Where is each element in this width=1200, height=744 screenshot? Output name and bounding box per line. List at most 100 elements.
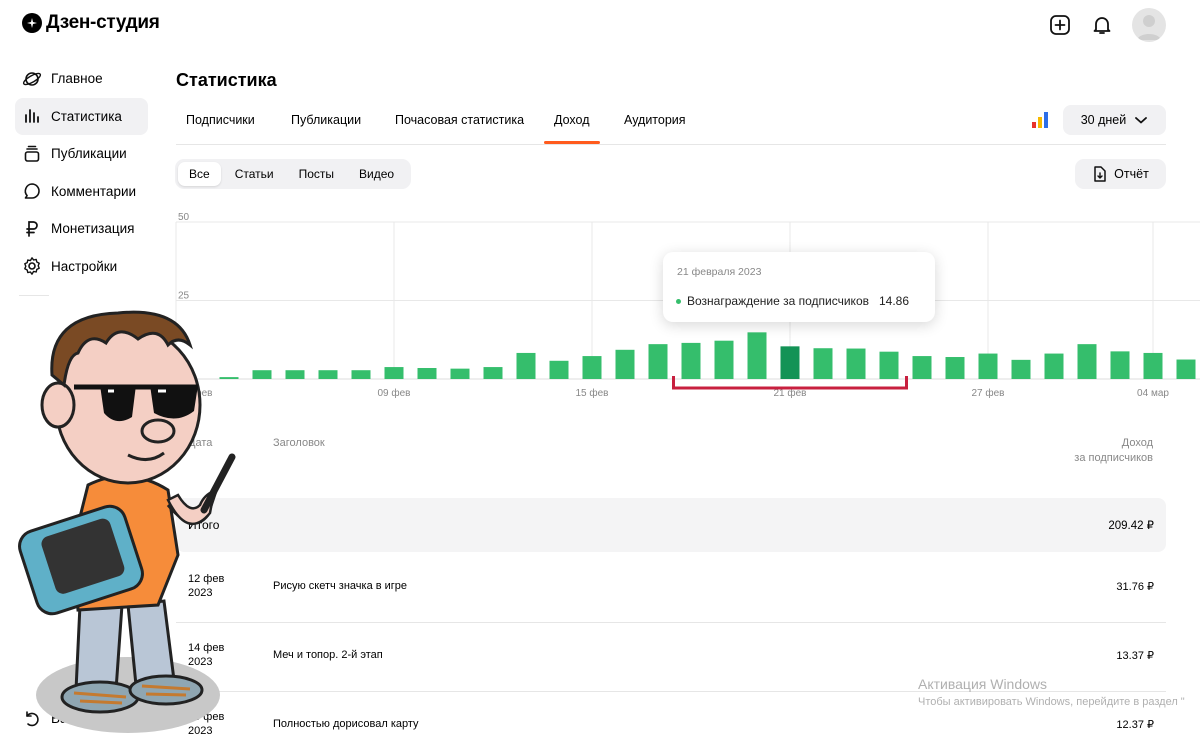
row-title[interactable]: Меч и топор. 2-й этап [273, 649, 383, 661]
report-button-label: Отчёт [1114, 167, 1149, 181]
filter-articles[interactable]: Статьи [224, 162, 285, 186]
header-actions [1048, 8, 1166, 42]
comment-icon [21, 180, 43, 202]
create-button[interactable] [1048, 13, 1072, 37]
notifications-button[interactable] [1090, 13, 1114, 37]
filter-all[interactable]: Все [178, 162, 221, 186]
mascot-nose [140, 418, 176, 444]
chart-bar[interactable] [615, 349, 635, 379]
sidebar-item-main[interactable]: Главное [15, 60, 148, 97]
sidebar-item-label: Публикации [51, 146, 127, 162]
chart-bar[interactable] [417, 368, 437, 379]
watermark-subtitle: Чтобы активировать Windows, перейдите в … [918, 696, 1185, 708]
report-button[interactable]: Отчёт [1075, 159, 1166, 189]
chevron-down-icon [1135, 117, 1148, 124]
sidebar-divider [19, 294, 49, 296]
chart-bar[interactable] [252, 370, 272, 379]
sidebar-item-statistics[interactable]: Статистика [15, 97, 148, 135]
chart-bar[interactable] [318, 370, 338, 379]
tab-income[interactable]: Доход [554, 113, 590, 127]
tab-publications[interactable]: Публикации [291, 113, 361, 127]
mascot-slipper-right [128, 674, 204, 706]
x-tick-label: 27 фев [971, 387, 1004, 399]
row-value: 31.76 ₽ [1116, 581, 1154, 593]
chart-bar[interactable] [1044, 353, 1064, 379]
chart-bar[interactable] [846, 348, 866, 379]
sidebar-item-label: Статистика [51, 108, 122, 124]
chart-bar[interactable] [516, 352, 536, 379]
user-avatar[interactable] [1132, 8, 1166, 42]
bell-icon [1093, 17, 1111, 34]
zen-logo-icon [22, 13, 42, 33]
column-header-income-line1: Доход [1121, 437, 1153, 449]
tooltip-series-label: Вознаграждение за подписчиков [687, 294, 869, 308]
chart-bar[interactable] [945, 357, 965, 379]
chart-bar[interactable] [450, 368, 470, 379]
app-title: Дзен-студия [46, 12, 160, 33]
chart-bar[interactable] [549, 360, 569, 379]
tooltip-value: 14.86 [879, 294, 910, 308]
document-download-icon [1094, 166, 1106, 182]
chart-bar[interactable] [681, 342, 701, 379]
bar-chart-icon [21, 105, 43, 127]
row-title[interactable]: Рисую скетч значка в игре [273, 580, 407, 592]
chart-bar[interactable] [747, 332, 767, 379]
chart-type-bar-yellow [1038, 117, 1042, 128]
column-header-income-line2: за подписчиков [1074, 452, 1153, 464]
mascot-leg-left [74, 603, 124, 692]
row-title[interactable]: Полностью дорисовал карту [273, 718, 419, 730]
chart-bar[interactable] [648, 344, 668, 379]
sidebar-item-label: Монетизация [51, 221, 135, 237]
mascot-pen [200, 453, 236, 514]
y-tick-label: 25 [178, 291, 190, 302]
total-value: 209.42 ₽ [1108, 520, 1154, 532]
period-select-value: 30 дней [1080, 113, 1127, 127]
chart-bar[interactable] [978, 353, 998, 379]
sidebar-item-monetization[interactable]: Монетизация [15, 210, 148, 247]
tooltip-date: 21 февраля 2023 [677, 266, 762, 278]
chart-bar[interactable] [813, 348, 833, 379]
filter-video[interactable]: Видео [348, 162, 405, 186]
chart-bar[interactable] [384, 367, 404, 379]
chart-bar[interactable] [351, 370, 371, 379]
chart-bar[interactable] [483, 367, 503, 379]
chart-bar[interactable] [1176, 359, 1196, 379]
gear-icon [21, 255, 43, 277]
avatar-placeholder-icon [1137, 15, 1161, 40]
chart-bar[interactable] [912, 356, 932, 379]
chart-type-icon[interactable] [1032, 112, 1048, 128]
windows-activation-watermark: Активация Windows Чтобы активировать Win… [918, 676, 1185, 708]
chart-bar[interactable] [879, 351, 899, 379]
active-tab-indicator [544, 141, 600, 144]
content-type-filter: Все Статьи Посты Видео [175, 159, 412, 189]
chart-tooltip: 21 февраля 2023 Вознаграждение за подпис… [663, 252, 935, 322]
chart-bar[interactable] [1077, 344, 1097, 379]
tab-subscribers[interactable]: Подписчики [186, 113, 255, 127]
tab-hourly-stats[interactable]: Почасовая статистика [395, 113, 524, 127]
cartoon-mascot [18, 310, 236, 733]
chart-bar[interactable] [780, 346, 800, 379]
column-header-income[interactable]: Доход за подписчиков [1074, 436, 1153, 466]
chart-bar[interactable] [1110, 351, 1130, 379]
chart-bar[interactable] [714, 340, 734, 379]
period-select[interactable]: 30 дней [1063, 105, 1166, 135]
stack-icon [21, 143, 43, 165]
app-logo[interactable]: Дзен-студия [22, 12, 160, 34]
filter-posts[interactable]: Посты [288, 162, 345, 186]
sidebar-item-comments[interactable]: Комментарии [15, 173, 148, 210]
table-row[interactable]: 12 фев 2023 Рисую скетч значка в игре 31… [176, 554, 1166, 623]
ruble-icon [21, 218, 43, 240]
chart-bar[interactable] [285, 370, 305, 379]
series-dot [676, 298, 681, 304]
chart-bar[interactable] [1143, 352, 1163, 379]
tab-audience[interactable]: Аудитория [624, 113, 686, 127]
chart-bar[interactable] [582, 356, 602, 379]
sidebar-item-publications[interactable]: Публикации [15, 135, 148, 172]
chart-bar[interactable] [1011, 359, 1031, 379]
mascot-ear [40, 381, 76, 429]
x-tick-label: 15 фев [575, 387, 608, 399]
x-tick-label: 04 мар [1137, 388, 1169, 399]
mascot-leg-right [126, 599, 176, 687]
column-header-title[interactable]: Заголовок [273, 436, 325, 451]
sidebar-item-settings[interactable]: Настройки [15, 248, 148, 285]
